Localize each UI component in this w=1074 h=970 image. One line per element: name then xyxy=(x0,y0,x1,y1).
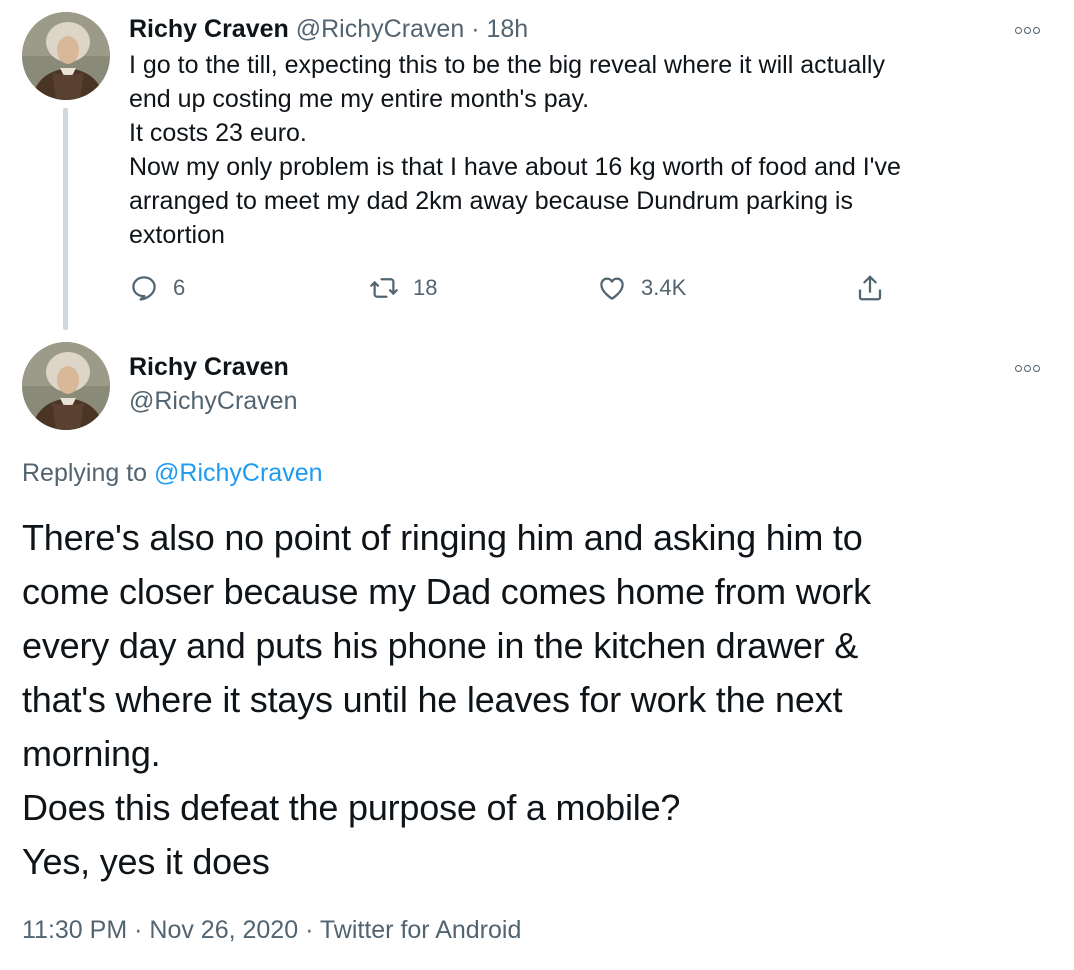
share-icon xyxy=(858,275,882,301)
tweet-header: Richy Craven @RichyCraven · 18h xyxy=(129,12,528,46)
separator: · xyxy=(471,15,480,43)
tweet-text-line: end up costing me my entire month's pay. xyxy=(129,85,590,113)
parent-tweet[interactable]: Richy Craven @RichyCraven · 18h I go to … xyxy=(0,0,1074,335)
more-icon[interactable] xyxy=(1007,20,1047,40)
tweet-meta: 11:30 PM · Nov 26, 2020 · Twitter for An… xyxy=(22,913,521,947)
retweet-count: 18 xyxy=(413,275,438,300)
display-name[interactable]: Richy Craven xyxy=(129,15,289,43)
retweet-icon xyxy=(370,278,398,298)
separator: · xyxy=(305,916,314,944)
tweet-text-line: come closer because my Dad comes home fr… xyxy=(22,571,871,612)
handle[interactable]: @RichyCraven xyxy=(129,384,297,418)
tweet-time[interactable]: 11:30 PM xyxy=(22,916,127,944)
replying-to: Replying to @RichyCraven xyxy=(22,456,323,490)
tweet-text-line: arranged to meet my dad 2km away because… xyxy=(129,187,853,215)
handle[interactable]: @RichyCraven xyxy=(296,15,464,43)
like-count: 3.4K xyxy=(641,275,687,300)
tweet-text: I go to the till, expecting this to be t… xyxy=(129,48,1029,252)
action-bar: 6 18 3.4K xyxy=(129,268,949,308)
retweet-button[interactable]: 18 xyxy=(369,268,437,308)
timestamp[interactable]: 18h xyxy=(486,15,528,43)
reply-button[interactable]: 6 xyxy=(129,268,185,308)
tweet-text-line: extortion xyxy=(129,221,225,249)
reply-icon xyxy=(132,276,156,301)
display-name[interactable]: Richy Craven xyxy=(129,350,289,384)
tweet-text-line: Now my only problem is that I have about… xyxy=(129,153,901,181)
tweet-text-line: There's also no point of ringing him and… xyxy=(22,517,863,558)
reply-count: 6 xyxy=(173,275,186,300)
tweet-text-line: Does this defeat the purpose of a mobile… xyxy=(22,787,681,828)
share-button[interactable] xyxy=(855,268,885,308)
like-button[interactable]: 3.4K xyxy=(597,268,686,308)
thread-line xyxy=(63,108,68,330)
tweet-text-line: that's where it stays until he leaves fo… xyxy=(22,679,843,720)
avatar-portrait-image xyxy=(22,342,110,430)
avatar[interactable] xyxy=(22,342,110,430)
separator: · xyxy=(134,916,143,944)
tweet-text-line: every day and puts his phone in the kitc… xyxy=(22,625,859,666)
tweet-text-line: Yes, yes it does xyxy=(22,841,270,882)
tweet-text: There's also no point of ringing him and… xyxy=(22,511,1062,889)
avatar-portrait-image xyxy=(22,12,110,100)
replying-prefix: Replying to xyxy=(22,459,148,487)
mention-link[interactable]: @RichyCraven xyxy=(154,459,322,487)
tweet-text-line: morning. xyxy=(22,733,161,774)
avatar[interactable] xyxy=(22,12,110,100)
tweet-text-line: I go to the till, expecting this to be t… xyxy=(129,51,885,79)
tweet-text-line: It costs 23 euro. xyxy=(129,119,307,147)
more-icon[interactable] xyxy=(1007,358,1047,378)
tweet-date[interactable]: Nov 26, 2020 xyxy=(149,916,298,944)
like-icon xyxy=(600,277,624,300)
tweet-source[interactable]: Twitter for Android xyxy=(320,916,521,944)
